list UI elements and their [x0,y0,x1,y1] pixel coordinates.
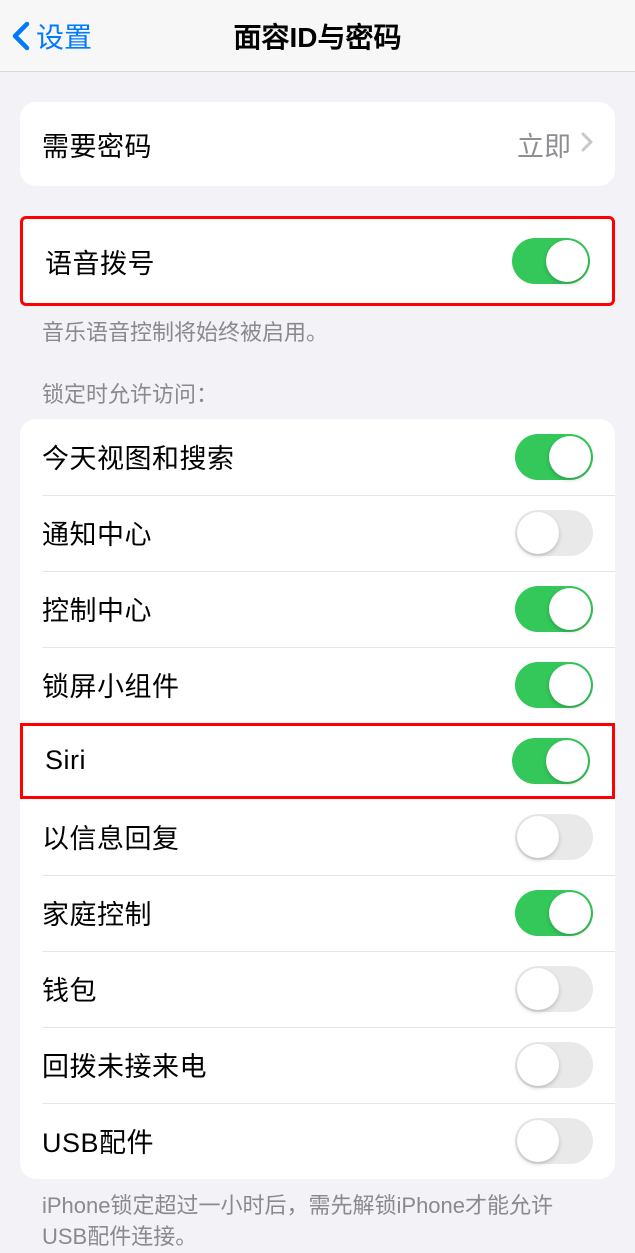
toggle-knob [546,240,588,282]
toggle[interactable] [515,510,593,556]
row-label: 控制中心 [42,589,152,628]
back-button[interactable]: 设置 [12,16,92,56]
toggle[interactable] [515,1118,593,1164]
row-label: 以信息回复 [42,817,180,856]
toggle-knob [549,588,591,630]
toggle-knob [517,1044,559,1086]
toggle[interactable] [512,738,590,784]
lock-access-row: 回拨未接来电 [20,1027,615,1103]
voice-dial-toggle[interactable] [512,238,590,284]
toggle-knob [549,436,591,478]
lock-access-row: 通知中心 [20,495,615,571]
row-value: 立即 [517,125,571,164]
toggle[interactable] [515,890,593,936]
chevron-left-icon [12,21,32,51]
back-label: 设置 [36,16,92,56]
lock-access-row: 锁屏小组件 [20,647,615,723]
chevron-right-icon [581,132,593,157]
row-label: 通知中心 [42,513,152,552]
lock-access-header: 锁定时允许访问： [20,349,615,419]
toggle[interactable] [515,434,593,480]
lock-access-footer: iPhone锁定超过一小时后，需先解锁iPhone才能允许USB配件连接。 [20,1179,615,1253]
row-label: 钱包 [42,969,97,1008]
row-right: 立即 [517,125,593,164]
lock-access-row: 控制中心 [20,571,615,647]
row-label: 家庭控制 [42,893,152,932]
require-passcode-row[interactable]: 需要密码 立即 [20,102,615,186]
content-area: 需要密码 立即 语音拨号 音乐语音控制将始终被启用。 锁定时允许访问： 今天视图… [0,102,635,1252]
lock-access-row: Siri [20,723,615,799]
toggle[interactable] [515,814,593,860]
toggle-knob [517,968,559,1010]
lock-access-row: 家庭控制 [20,875,615,951]
toggle-knob [546,740,588,782]
toggle-knob [517,1120,559,1162]
row-label: 今天视图和搜索 [42,437,235,476]
row-label: 需要密码 [42,125,152,164]
toggle-knob [517,816,559,858]
lock-access-row: 今天视图和搜索 [20,419,615,495]
toggle[interactable] [515,1042,593,1088]
navigation-bar: 设置 面容ID与密码 [0,0,635,72]
voice-dial-row: 语音拨号 [23,219,612,303]
row-label: 回拨未接来电 [42,1045,207,1084]
row-label: 锁屏小组件 [42,665,180,704]
row-label: Siri [45,745,86,776]
lock-access-row: 以信息回复 [20,799,615,875]
require-passcode-group: 需要密码 立即 [20,102,615,186]
voice-dial-group: 语音拨号 [20,216,615,306]
toggle[interactable] [515,662,593,708]
voice-dial-footer: 音乐语音控制将始终被启用。 [20,306,615,349]
row-label: 语音拨号 [45,242,155,281]
toggle-knob [549,892,591,934]
lock-access-row: 钱包 [20,951,615,1027]
toggle-knob [517,512,559,554]
toggle[interactable] [515,966,593,1012]
toggle-knob [549,664,591,706]
toggle[interactable] [515,586,593,632]
lock-access-group: 今天视图和搜索通知中心控制中心锁屏小组件 Siri 以信息回复家庭控制钱包回拨未接来… [20,419,615,1179]
page-title: 面容ID与密码 [233,16,401,56]
lock-access-row: USB配件 [20,1103,615,1179]
row-label: USB配件 [42,1121,154,1160]
